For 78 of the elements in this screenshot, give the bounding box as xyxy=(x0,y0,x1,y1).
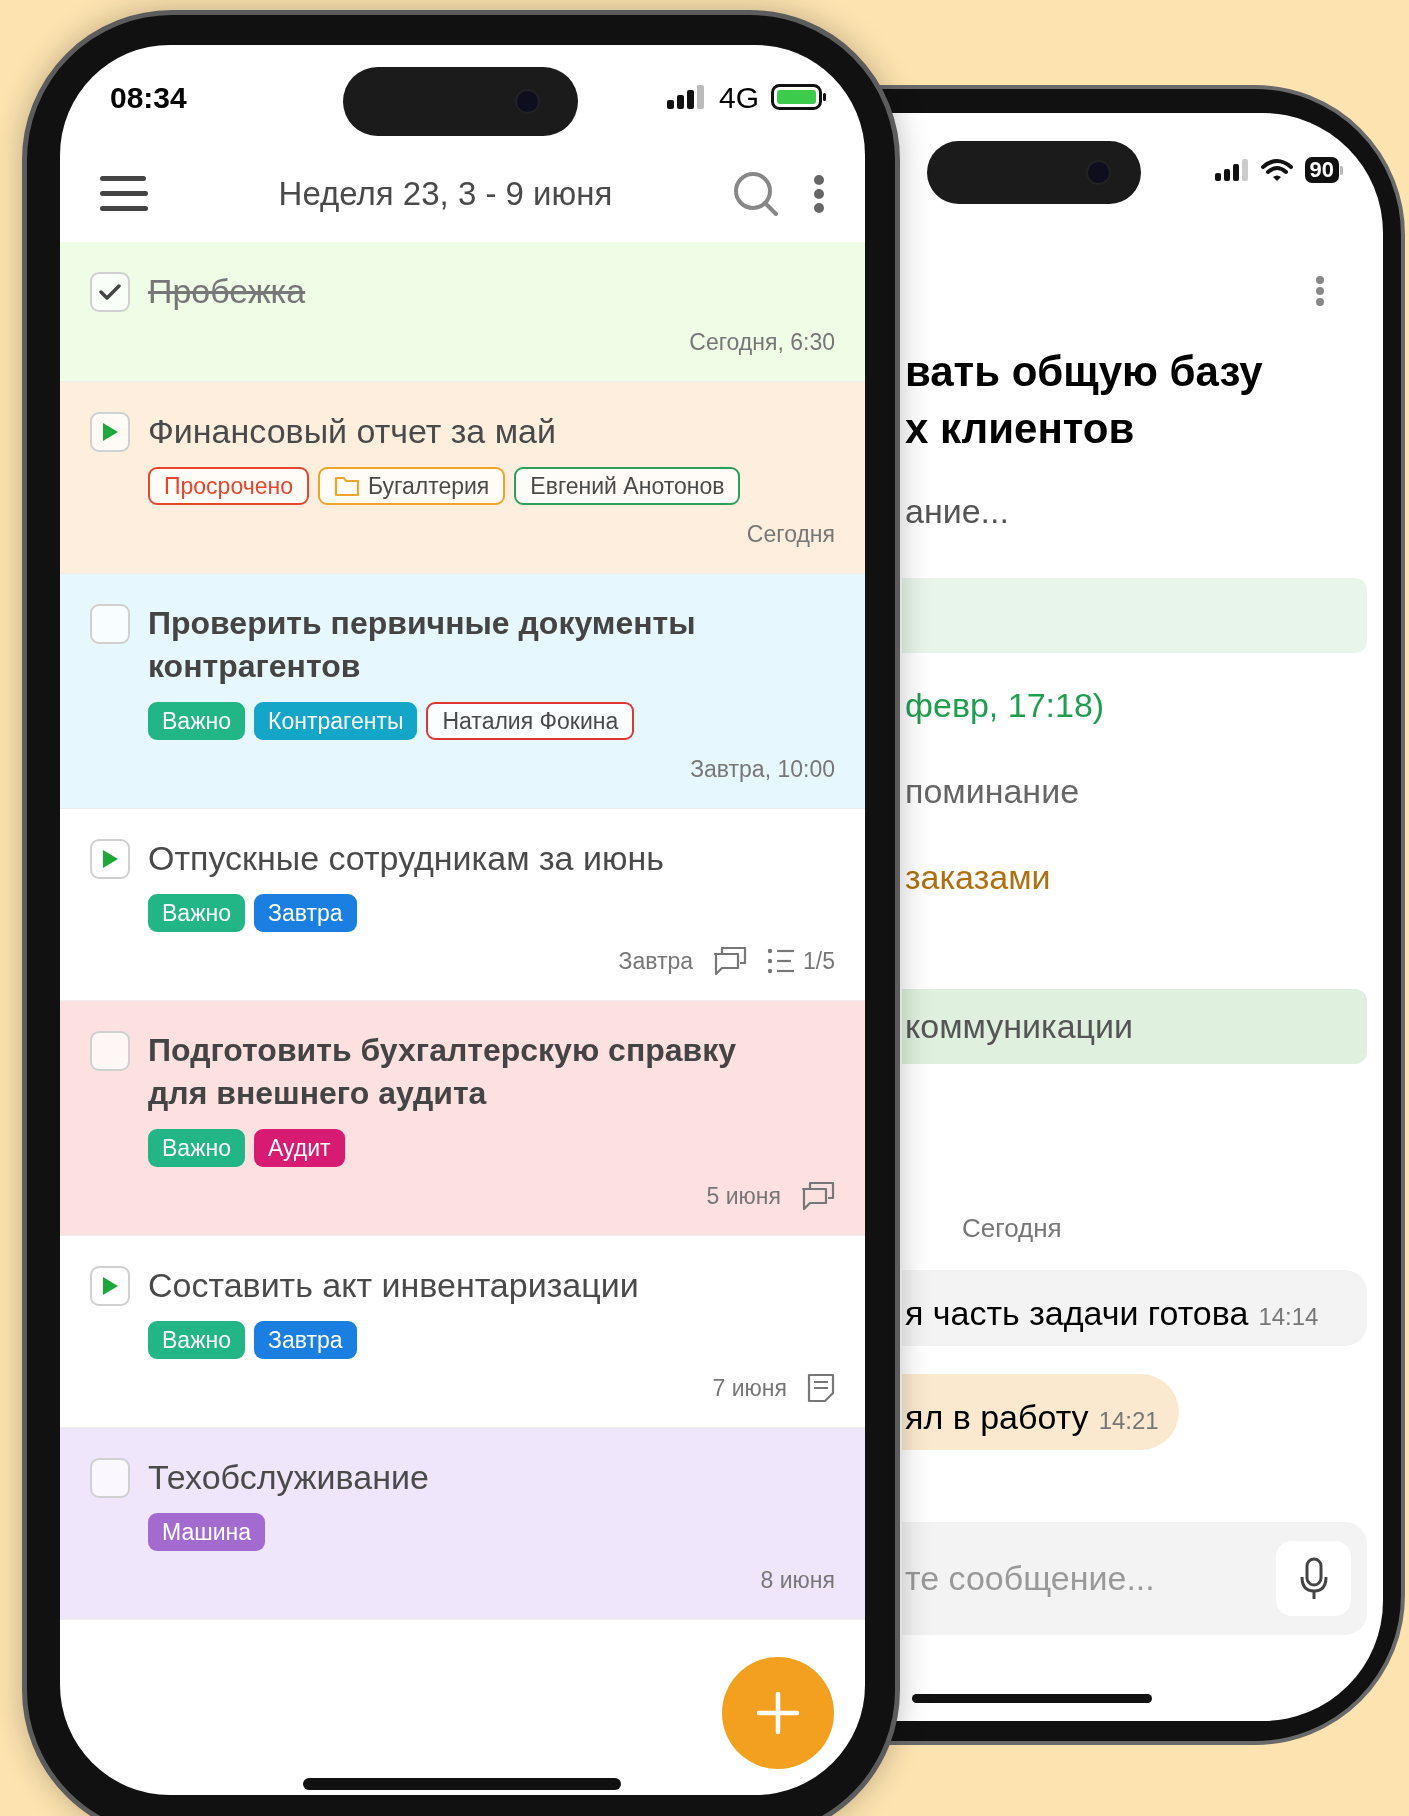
network-type: 4G xyxy=(718,79,759,116)
task-row[interactable]: Подготовить бухгалтерскую справку для внешнего аудита Важно Аудит 5 июня xyxy=(60,1001,865,1236)
tag[interactable]: Евгений Анотонов xyxy=(514,467,741,505)
signal-icon xyxy=(666,84,707,110)
task-title: Пробежка xyxy=(148,271,307,312)
message-time: 14:14 xyxy=(1258,1302,1319,1332)
tag[interactable]: Аудит xyxy=(254,1129,345,1167)
task-checkbox[interactable] xyxy=(90,272,130,312)
more-icon[interactable] xyxy=(813,173,825,214)
task-checkbox[interactable] xyxy=(90,1458,130,1498)
signal-icon xyxy=(1214,158,1249,182)
reminder-text: поминание xyxy=(904,771,1081,812)
due-date: Завтра xyxy=(618,946,693,976)
comments-icon xyxy=(801,1181,835,1211)
week-title: Неделя 23, 3 - 9 июня xyxy=(277,173,614,214)
battery-level-text: 90 xyxy=(1304,157,1339,183)
tag[interactable]: Завтра xyxy=(254,894,357,932)
play-icon xyxy=(101,849,119,869)
checklist-count: 1/5 xyxy=(803,946,835,976)
task-title: Составить акт инвентаризации xyxy=(148,1265,640,1306)
task-row[interactable]: Пробежка Сегодня, 6:30 xyxy=(60,242,865,382)
folder-icon xyxy=(333,475,360,497)
checklist-icon xyxy=(767,948,795,974)
tag[interactable]: Наталия Фокина xyxy=(426,702,635,740)
play-button[interactable] xyxy=(90,839,130,879)
check-icon xyxy=(99,283,121,301)
note-icon xyxy=(807,1373,835,1403)
task-title: Отпускные сотрудникам за июнь xyxy=(148,838,665,879)
plus-icon xyxy=(756,1691,800,1735)
description-text: ание... xyxy=(904,491,1010,532)
tag[interactable]: Контрагенты xyxy=(254,702,418,740)
search-icon[interactable] xyxy=(733,170,779,217)
tag[interactable]: Важно xyxy=(148,1129,245,1167)
task-row[interactable]: Проверить первичные документы контрагентов Важно Контрагенты Наталия Фокина Завтра, 10:00 xyxy=(60,574,865,809)
date-divider: Сегодня xyxy=(962,1212,1063,1244)
more-icon[interactable] xyxy=(1315,275,1325,307)
tag[interactable]: Важно xyxy=(148,1321,245,1359)
tag[interactable]: Завтра xyxy=(254,1321,357,1359)
task-row[interactable]: Финансовый отчет за май Просрочено Бугалтерия Евгений Анотонов Сегодня xyxy=(60,382,865,574)
due-date: 7 июня xyxy=(712,1373,787,1403)
task-title: Проверить первичные документы контрагентов xyxy=(148,604,697,686)
tag[interactable]: Машина xyxy=(148,1513,265,1551)
due-date: Сегодня xyxy=(746,519,835,549)
task-title: вать общую базу xyxy=(904,347,1264,397)
comments-icon xyxy=(713,946,747,976)
due-date: 8 июня xyxy=(760,1565,835,1595)
task-row[interactable]: Техобслуживание Машина 8 июня xyxy=(60,1428,865,1620)
task-title: Техобслуживание xyxy=(148,1457,430,1498)
menu-icon[interactable] xyxy=(100,174,148,213)
wifi-icon xyxy=(1260,158,1293,182)
due-date: Завтра, 10:00 xyxy=(690,754,835,784)
tag[interactable]: Важно xyxy=(148,702,245,740)
task-title: Подготовить бухгалтерскую справку для внешнего аудита xyxy=(148,1031,738,1113)
tag[interactable]: Просрочено xyxy=(148,467,309,505)
battery-icon xyxy=(771,84,827,110)
task-title: х клиентов xyxy=(904,404,1136,454)
tag[interactable]: Важно xyxy=(148,894,245,932)
microphone-icon xyxy=(1298,1556,1329,1601)
message-input[interactable]: те сообщение... xyxy=(902,1522,1367,1635)
message-time: 14:21 xyxy=(1098,1406,1159,1436)
microphone-button[interactable] xyxy=(1276,1541,1351,1616)
task-title: Финансовый отчет за май xyxy=(148,411,557,452)
play-icon xyxy=(101,1276,119,1296)
message-text: ял в работу xyxy=(905,1397,1089,1438)
section-text: коммуникации xyxy=(905,1006,1134,1047)
play-button[interactable] xyxy=(90,412,130,452)
message-field[interactable]: те сообщение... xyxy=(905,1553,1276,1604)
due-date: 5 июня xyxy=(706,1181,781,1211)
task-checkbox[interactable] xyxy=(90,1031,130,1071)
message-text: я часть задачи готова xyxy=(905,1293,1249,1334)
tag[interactable]: Бугалтерия xyxy=(317,467,506,505)
deadline-text: февр, 17:18) xyxy=(904,685,1106,726)
play-icon xyxy=(101,422,119,442)
due-date: Сегодня, 6:30 xyxy=(689,327,835,357)
status-time: 08:34 xyxy=(110,79,187,116)
project-text: заказами xyxy=(904,857,1052,898)
task-checkbox[interactable] xyxy=(90,604,130,644)
play-button[interactable] xyxy=(90,1266,130,1306)
